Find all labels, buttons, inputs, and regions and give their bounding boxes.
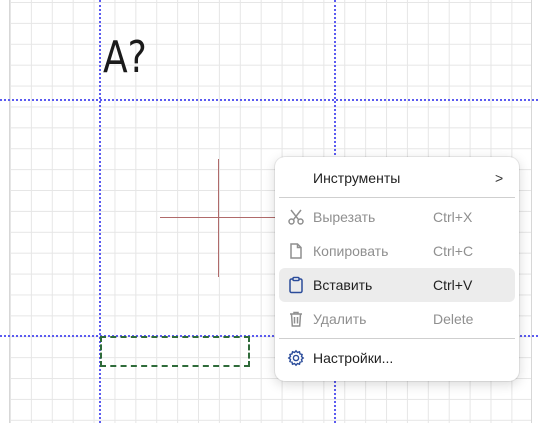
trash-icon [279, 310, 313, 328]
clipboard-icon [279, 276, 313, 294]
scissors-icon [279, 208, 313, 226]
menu-item-settings[interactable]: Настройки... [279, 341, 515, 375]
menu-item-cut[interactable]: Вырезать Ctrl+X [279, 200, 515, 234]
context-menu: Инструменты > Вырезать Ctrl+X Копировать… [275, 157, 519, 381]
crosshair-vertical [218, 159, 219, 277]
menu-item-tools[interactable]: Инструменты > [279, 161, 515, 195]
menu-item-tools-label: Инструменты [313, 170, 401, 186]
crosshair-horizontal [160, 217, 278, 218]
canvas-left-border [0, 0, 10, 423]
menu-item-paste-shortcut: Ctrl+V [433, 277, 473, 293]
chevron-right-icon: > [495, 170, 504, 186]
menu-separator [279, 197, 515, 198]
menu-item-paste[interactable]: Вставить Ctrl+V [279, 268, 515, 302]
canvas-right-border [531, 0, 538, 423]
menu-separator [279, 338, 515, 339]
horizontal-guide-top[interactable] [0, 99, 538, 101]
canvas-text-label[interactable]: A? [103, 36, 147, 80]
menu-item-settings-label: Настройки... [313, 350, 394, 366]
selection-rectangle[interactable] [100, 336, 250, 367]
menu-item-delete-shortcut: Delete [433, 311, 474, 327]
copy-icon [279, 242, 313, 260]
menu-item-paste-label: Вставить [313, 277, 373, 293]
menu-item-delete-label: Удалить [313, 311, 367, 327]
menu-item-copy-label: Копировать [313, 243, 389, 259]
menu-item-cut-shortcut: Ctrl+X [433, 209, 473, 225]
menu-item-delete[interactable]: Удалить Delete [279, 302, 515, 336]
menu-item-copy[interactable]: Копировать Ctrl+C [279, 234, 515, 268]
menu-item-copy-shortcut: Ctrl+C [433, 243, 474, 259]
gear-icon [279, 349, 313, 367]
menu-item-cut-label: Вырезать [313, 209, 376, 225]
